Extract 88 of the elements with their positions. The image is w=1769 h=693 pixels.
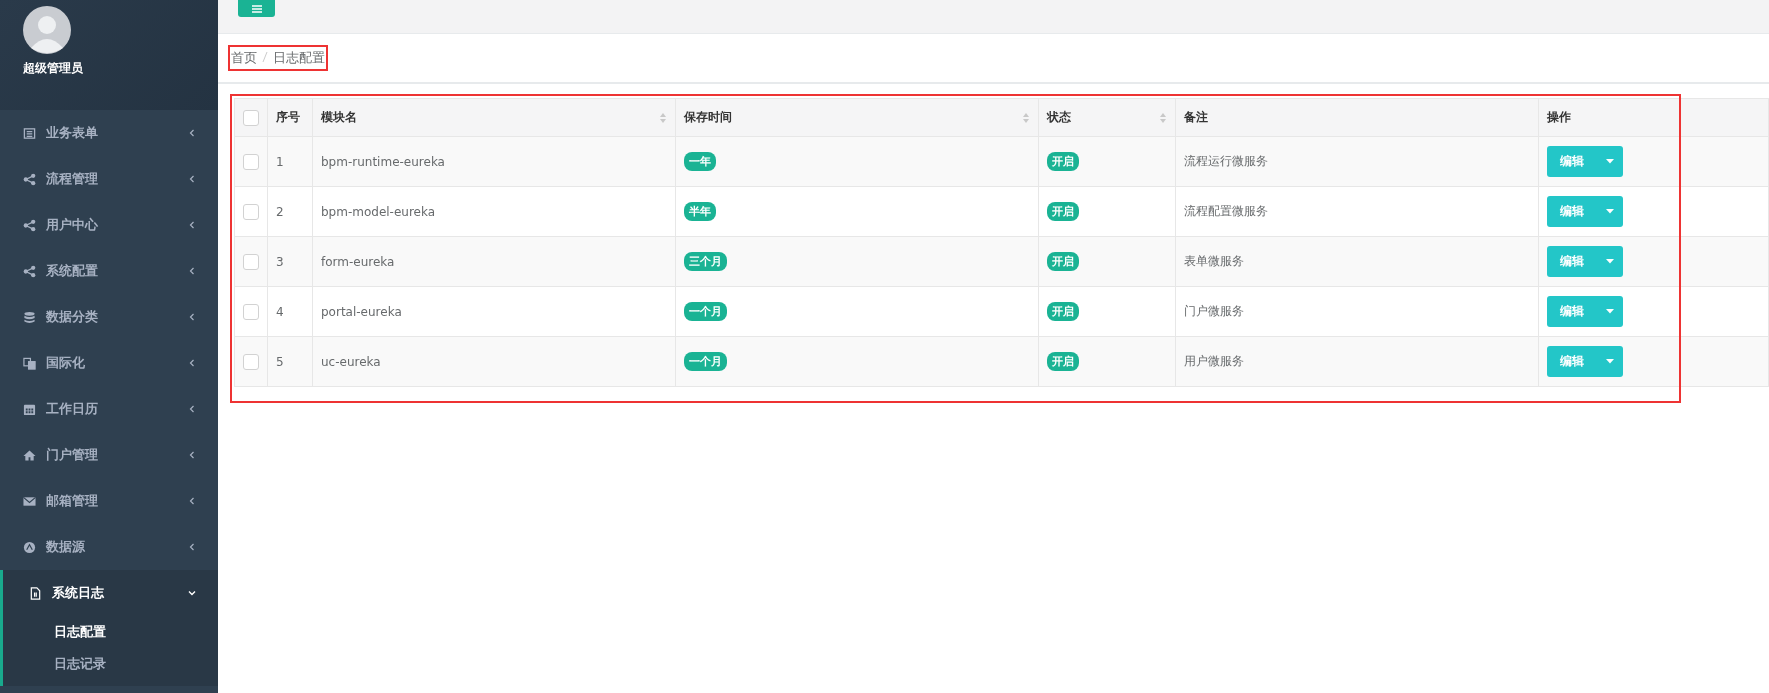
dropdown-button[interactable] [1597,146,1623,177]
table-cell: 门户微服务 [1184,304,1244,318]
table-cell: 2 [276,204,284,219]
menu-item[interactable]: 邮箱管理 [0,478,218,524]
menu-item[interactable]: 系统日志 [0,570,218,616]
status-badge: 开启 [1047,352,1079,371]
retention-badge: 一年 [684,152,716,171]
chevron-left-icon [188,497,196,505]
status-badge: 开启 [1047,152,1079,171]
status-badge: 开启 [1047,302,1079,321]
database-icon [23,310,36,324]
dropdown-button[interactable] [1597,196,1623,227]
avatar-icon [23,6,71,54]
table-cell: 用户微服务 [1184,354,1244,368]
chevron-left-icon [188,451,196,459]
caret-icon [1606,309,1614,314]
chevron-down-icon [188,589,196,597]
retention-badge: 半年 [684,202,716,221]
menu-item[interactable]: 业务表单 [0,110,218,156]
table-cell: 流程运行微服务 [1184,154,1268,168]
table-cell: 5 [276,354,284,369]
row-checkbox[interactable] [243,153,259,170]
column-header[interactable]: 状态 [1038,98,1176,137]
status-badge: 开启 [1047,202,1079,221]
menu-item[interactable]: 工作日历 [0,386,218,432]
menu-icon [250,3,263,14]
caret-icon [1606,209,1614,214]
chevron-left-icon [188,129,196,137]
breadcrumb-link[interactable]: 日志配置 [273,49,325,67]
table-cell: form-eureka [321,254,395,269]
status-badge: 开启 [1047,252,1079,271]
chevron-left-icon [188,359,196,367]
caret-icon [1606,359,1614,364]
submenu-item[interactable]: 日志配置 [3,616,218,648]
chevron-left-icon [188,175,196,183]
envelope-icon [23,494,36,508]
column-header[interactable]: 序号 [267,98,313,137]
submenu-item[interactable]: 日志记录 [3,648,218,680]
dropdown-button[interactable] [1597,296,1623,327]
share-icon [23,264,36,278]
table-cell: 流程配置微服务 [1184,204,1268,218]
dropdown-button[interactable] [1597,346,1623,377]
dropdown-button[interactable] [1597,246,1623,277]
form-icon [23,126,36,140]
retention-badge: 三个月 [684,252,727,271]
menu-item[interactable]: 用户中心 [0,202,218,248]
circle-icon [23,540,36,554]
select-all-checkbox[interactable] [243,109,259,126]
menu-item[interactable]: 流程管理 [0,156,218,202]
chevron-left-icon [188,221,196,229]
column-header[interactable]: 操作 [1538,98,1769,137]
column-header[interactable]: 备注 [1175,98,1539,137]
menu-item[interactable]: 数据源 [0,524,218,570]
table-cell: portal-eureka [321,304,402,319]
table-cell: uc-eureka [321,354,381,369]
table-cell: 1 [276,154,284,169]
table-cell: 3 [276,254,284,269]
chevron-left-icon [188,543,196,551]
caret-icon [1606,159,1614,164]
language-icon [23,356,36,370]
share-icon [23,218,36,232]
chevron-left-icon [188,267,196,275]
chevron-left-icon [188,405,196,413]
calendar-icon [23,402,36,416]
table-cell: bpm-model-eureka [321,204,436,219]
table-cell: 4 [276,304,284,319]
retention-badge: 一个月 [684,302,727,321]
menu-item[interactable]: 国际化 [0,340,218,386]
row-checkbox[interactable] [243,253,259,270]
retention-badge: 一个月 [684,352,727,371]
row-checkbox[interactable] [243,203,259,220]
table-cell: bpm-runtime-eureka [321,154,445,169]
column-header[interactable]: 模块名 [312,98,676,137]
chevron-left-icon [188,313,196,321]
column-header[interactable]: 保存时间 [675,98,1039,137]
caret-icon [1606,259,1614,264]
row-checkbox[interactable] [243,303,259,320]
row-checkbox[interactable] [243,353,259,370]
breadcrumb-link[interactable]: 首页 [231,49,257,67]
home-icon [23,448,36,462]
user-name: 超级管理员 [23,60,83,77]
share-icon [23,172,36,186]
table-cell: 表单微服务 [1184,254,1244,268]
menu-toggle-button[interactable] [238,0,275,17]
menu-item[interactable]: 数据分类 [0,294,218,340]
file-icon [29,586,42,600]
menu-item[interactable]: 系统配置 [0,248,218,294]
menu-item[interactable]: 门户管理 [0,432,218,478]
